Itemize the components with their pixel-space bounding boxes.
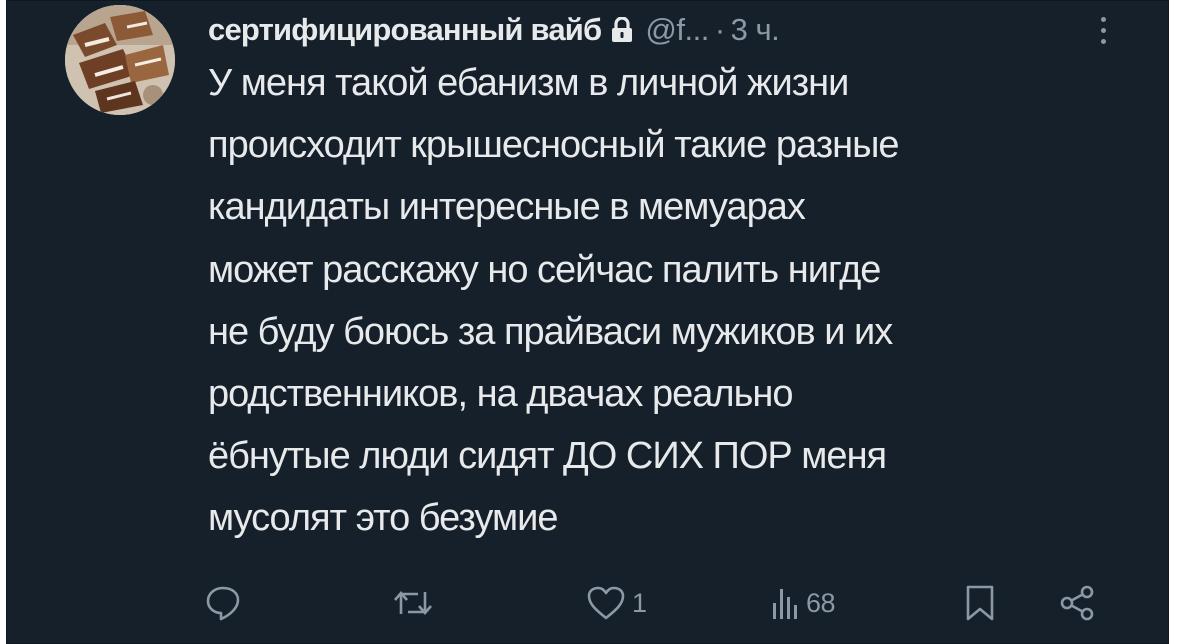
avatar-image xyxy=(65,5,175,115)
tweet-card[interactable]: сертифицированный вайб @f... · 3 ч. У ме… xyxy=(6,0,1169,644)
views-button[interactable]: 68 xyxy=(770,574,836,632)
share-icon xyxy=(1058,584,1096,622)
reply-button[interactable] xyxy=(204,574,248,632)
tweet-text: У меня такой ебанизм в личной жизни прои… xyxy=(208,62,900,540)
like-button[interactable]: 1 xyxy=(586,574,647,632)
screenshot-frame: сертифицированный вайб @f... · 3 ч. У ме… xyxy=(0,0,1179,644)
tweet-actions: 1 68 xyxy=(202,574,1102,632)
bookmark-button[interactable] xyxy=(964,574,996,632)
views-chart-icon xyxy=(770,585,800,621)
author-handle[interactable]: @f... xyxy=(645,12,709,48)
avatar[interactable] xyxy=(65,5,175,115)
reply-icon xyxy=(204,584,242,622)
author-name[interactable]: сертифицированный вайб xyxy=(208,12,602,48)
views-count: 68 xyxy=(806,587,836,618)
retweet-icon xyxy=(392,584,434,622)
heart-icon xyxy=(586,585,626,621)
separator-dot: · xyxy=(714,12,725,47)
retweet-button[interactable] xyxy=(392,574,440,632)
tweet-time[interactable]: 3 ч. xyxy=(731,12,780,48)
bookmark-icon xyxy=(964,584,996,622)
lock-icon xyxy=(611,16,633,43)
tweet-header: сертифицированный вайб @f... · 3 ч. xyxy=(208,10,1128,50)
more-vertical-icon[interactable] xyxy=(1088,12,1118,48)
share-button[interactable] xyxy=(1058,574,1096,632)
like-count: 1 xyxy=(632,587,647,618)
